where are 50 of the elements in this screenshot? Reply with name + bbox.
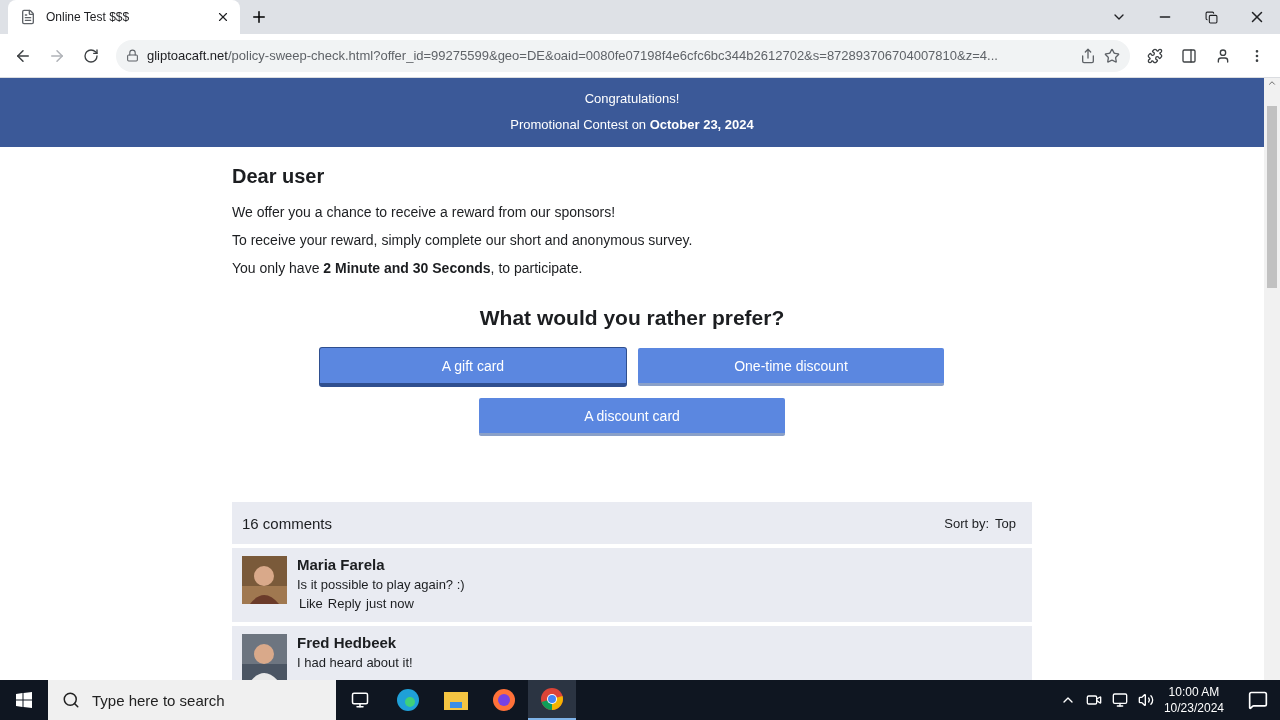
page-icon <box>20 9 36 25</box>
like-link[interactable]: Like <box>299 596 323 611</box>
taskbar-search-field[interactable]: Type here to search <box>48 680 336 720</box>
intro-paragraph: You only have 2 Minute and 30 Seconds, to participate. <box>232 260 584 276</box>
scrollbar[interactable] <box>1264 78 1280 680</box>
address-bar[interactable]: gliptoacaft.net/policy-sweep-check.html?offer_id=99275599&geo=DE&oaid=0080fe07198f4e6cfc6bc344b2612702&s=872893706704007810&z=4... <box>116 39 1130 72</box>
sort-label: Sort by: <box>944 515 990 531</box>
sort-dropdown[interactable]: Top <box>995 515 1016 531</box>
comment-author: Maria Farela <box>297 556 386 573</box>
greeting-heading: Dear user <box>232 165 326 188</box>
clock[interactable]: 10:00 AM 10/23/2024 <box>1163 684 1224 716</box>
restore-icon[interactable] <box>1204 10 1218 24</box>
share-icon[interactable] <box>1080 47 1096 64</box>
taskbar-app-button[interactable] <box>528 680 576 720</box>
profile-icon[interactable] <box>1215 47 1231 64</box>
search-icon <box>62 691 80 709</box>
browser-icon <box>540 687 564 711</box>
intro-paragraph: To receive your reward, simply complete our short and anonymous survey. <box>232 232 694 248</box>
lock-icon <box>126 49 139 62</box>
scroll-up-icon[interactable] <box>1267 78 1277 88</box>
reply-link[interactable]: Reply <box>327 596 362 611</box>
camera-icon[interactable] <box>1085 692 1102 708</box>
comment-text: I had heard about it! <box>297 655 413 670</box>
question-title: What would you rather prefer? <box>478 306 786 330</box>
choice-button[interactable]: One-time discount <box>638 348 944 386</box>
banner-title: Congratulations! <box>584 90 680 108</box>
volume-icon[interactable] <box>1137 692 1154 708</box>
new-tab-icon[interactable] <box>250 8 268 26</box>
windows-icon[interactable] <box>16 692 32 708</box>
star-icon[interactable] <box>1104 47 1120 64</box>
choice-button[interactable]: A gift card <box>320 348 626 386</box>
browser-icon[interactable] <box>396 688 420 712</box>
reload-icon[interactable] <box>83 47 99 64</box>
network-icon[interactable] <box>1111 692 1128 708</box>
intro-paragraph: We offer you a chance to receive a reward from our sponsors! <box>232 204 617 220</box>
notifications-icon[interactable] <box>1248 690 1268 710</box>
choice-button[interactable]: A discount card <box>479 398 785 436</box>
side-panel-icon[interactable] <box>1181 47 1197 64</box>
puzzle-icon[interactable] <box>1147 47 1163 64</box>
comment-author: Fred Hedbeek <box>297 634 398 651</box>
scrollbar-thumb[interactable] <box>1267 106 1277 288</box>
browser-icon[interactable] <box>492 688 516 712</box>
comment-count: 16 comments <box>242 514 333 532</box>
banner-subtitle: Promotional Contest on October 23, 2024 <box>510 116 754 134</box>
close-icon[interactable] <box>216 10 230 24</box>
browser-tab[interactable]: Online Test $$$ <box>8 0 240 34</box>
folder-icon[interactable] <box>444 690 468 710</box>
comment-text: Is it possible to play again? :) <box>297 577 465 592</box>
comment-time: just now <box>366 596 414 611</box>
task-view-icon[interactable] <box>351 691 369 709</box>
